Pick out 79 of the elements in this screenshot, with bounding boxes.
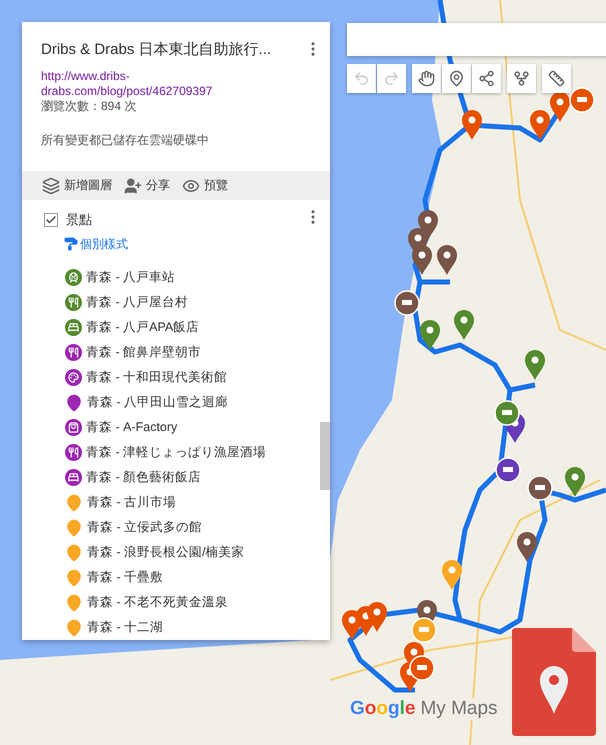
- map-marker[interactable]: [530, 110, 550, 140]
- ruler-button[interactable]: [542, 64, 571, 93]
- bed-icon: [65, 319, 82, 336]
- paint-roller-icon: [64, 237, 78, 251]
- place-item[interactable]: 青森 - 津軽じょっぱり漁屋酒場: [65, 440, 266, 465]
- place-item[interactable]: 青森 - 十和田現代美術館: [65, 365, 228, 390]
- add-layer-button[interactable]: 新增圖層: [42, 176, 112, 194]
- map-marker[interactable]: [527, 475, 553, 501]
- pin-icon: [65, 544, 83, 562]
- map-marker[interactable]: [454, 310, 474, 340]
- place-item[interactable]: 青森 - 不老不死黃金溫泉: [65, 590, 228, 615]
- pin-icon: [65, 494, 83, 512]
- map-marker[interactable]: [442, 560, 462, 590]
- map-marker[interactable]: [494, 400, 520, 426]
- pin-icon: [65, 568, 83, 586]
- map-title[interactable]: Dribs & Drabs 日本東北自助旅行...: [41, 40, 272, 59]
- line-button[interactable]: [472, 64, 501, 93]
- add-layer-icon: [42, 176, 60, 194]
- scrollbar[interactable]: [320, 422, 330, 490]
- fork-knife-icon: [65, 444, 82, 461]
- preview-button[interactable]: 預覽: [182, 176, 228, 194]
- map-marker[interactable]: [565, 467, 585, 497]
- map-marker[interactable]: [367, 602, 387, 632]
- map-marker[interactable]: [394, 290, 420, 316]
- hand-icon: [418, 70, 435, 87]
- map-marker[interactable]: [462, 110, 482, 140]
- save-status: 所有變更都已儲存在雲端硬碟中: [41, 132, 210, 149]
- map-marker[interactable]: [412, 245, 432, 275]
- bag-icon: [65, 419, 82, 436]
- marker-button[interactable]: [442, 64, 471, 93]
- redo-icon: [383, 70, 400, 87]
- share-button[interactable]: 分享: [124, 176, 170, 194]
- ruler-icon: [548, 70, 565, 87]
- palette-icon: [65, 369, 82, 386]
- maps-file-icon: [512, 628, 596, 736]
- place-item[interactable]: 青森 - 八戸屋台村: [65, 290, 188, 315]
- layer-name[interactable]: 景點: [66, 211, 92, 229]
- map-marker[interactable]: [420, 320, 440, 350]
- map-marker[interactable]: [525, 350, 545, 380]
- blog-link[interactable]: http://www.dribs-drabs.com/blog/post/462709397: [41, 69, 231, 99]
- pin-icon: [65, 618, 83, 636]
- map-marker[interactable]: [550, 92, 570, 122]
- fork-knife-icon: [65, 294, 82, 311]
- view-count: 瀏覽次數：894 次: [41, 99, 138, 114]
- place-item[interactable]: 青森 - 千疊敷: [65, 565, 164, 590]
- place-item[interactable]: 青森 - 八戸APA飯店: [65, 315, 200, 340]
- style-link[interactable]: 個別樣式: [64, 234, 330, 254]
- place-item[interactable]: 青森 - 浪野長根公園/楠美家: [65, 540, 245, 565]
- pin-icon: [65, 518, 83, 536]
- place-item[interactable]: 青森 - A-Factory: [65, 415, 178, 440]
- map-marker[interactable]: [411, 617, 437, 643]
- undo-icon: [353, 70, 370, 87]
- map-marker[interactable]: [495, 457, 521, 483]
- place-item[interactable]: 青森 - 顏色藝術飯店: [65, 465, 202, 490]
- search-field[interactable]: [347, 23, 606, 56]
- marker-icon: [448, 70, 465, 87]
- line-icon: [478, 70, 495, 87]
- place-item[interactable]: 青森 - 立佞武多の館: [65, 515, 202, 540]
- map-marker[interactable]: [517, 532, 537, 562]
- map-marker[interactable]: [569, 87, 595, 113]
- directions-icon: [513, 70, 530, 87]
- pin-icon: [65, 394, 83, 412]
- place-item[interactable]: 青森 - 古川市場: [65, 490, 176, 515]
- layer-checkbox[interactable]: [44, 213, 58, 227]
- google-logo: Google: [350, 698, 416, 720]
- map-marker[interactable]: [437, 245, 457, 275]
- pin-icon: [65, 594, 83, 612]
- bed-icon: [65, 469, 82, 486]
- directions-button[interactable]: [507, 64, 536, 93]
- share-icon: [124, 176, 142, 194]
- place-item[interactable]: 青森 - 八甲田山雪之迴廊: [65, 390, 228, 415]
- hand-button[interactable]: [412, 64, 441, 93]
- place-item[interactable]: 青森 - 十二湖: [65, 615, 164, 640]
- fork-knife-icon: [65, 344, 82, 361]
- place-item[interactable]: 青森 - 八戸車站: [65, 265, 176, 290]
- product-name: My Maps: [420, 698, 498, 720]
- place-item[interactable]: 青森 - 館鼻岸壁朝市: [65, 340, 202, 365]
- train-icon: [65, 269, 82, 286]
- map-marker[interactable]: [409, 655, 435, 681]
